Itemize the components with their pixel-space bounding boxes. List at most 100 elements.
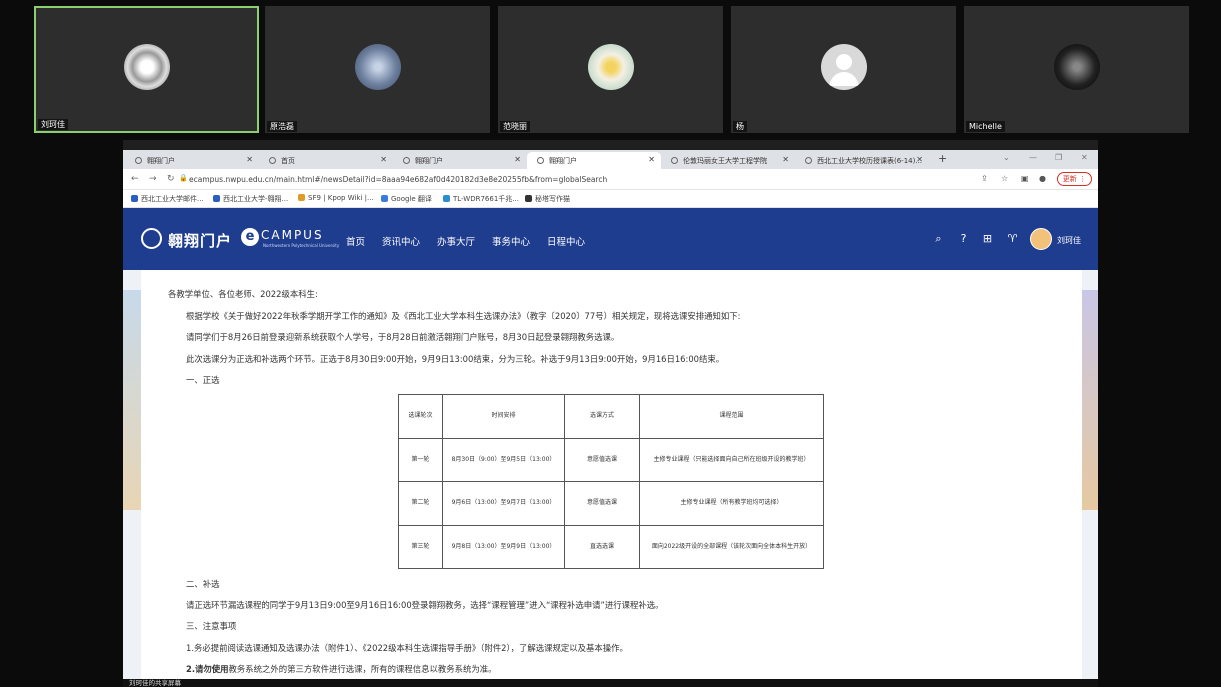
- portal-header: 翱翔门户 e CAMPUS Northwestern Polytechnical…: [123, 208, 1098, 270]
- university-logo-icon: [141, 228, 162, 249]
- ecampus-logo-subtitle: Northwestern Polytechnical University: [263, 243, 340, 248]
- skin-icon[interactable]: ♈: [1006, 232, 1019, 245]
- default-user-icon: [828, 53, 859, 86]
- ecampus-logo-icon: e: [241, 228, 259, 246]
- url-field[interactable]: ecampus.nwpu.edu.cn/main.html#/newsDetai…: [189, 175, 607, 184]
- browser-tab[interactable]: 翱翔门户 ✕: [393, 152, 527, 169]
- participant-tile[interactable]: Michelle: [964, 6, 1189, 133]
- tab-search-icon[interactable]: ⌄: [1003, 153, 1010, 162]
- update-button[interactable]: 更新 ⋮: [1056, 172, 1092, 186]
- article-paragraph: 请同学们于8月26日前登录迎新系统获取个人学号，于8月28日前激活翱翔门户账号，…: [186, 332, 620, 342]
- close-icon[interactable]: ✕: [782, 155, 789, 164]
- browser-tab[interactable]: 首页 ✕: [259, 152, 393, 169]
- close-icon[interactable]: ✕: [916, 155, 923, 164]
- menu-service-hall[interactable]: 办事大厅: [437, 234, 475, 248]
- browser-tab-strip: 翱翔门户 ✕ 首页 ✕ 翱翔门户 ✕ 翱翔门户 ✕ 伦敦玛丽女王大学工程学院 ✕ 西北工业…: [123, 150, 1098, 169]
- bookmarks-bar: 西北工业大学邮件... 西北工业大学-翱翔... SF9 | Kpop Wiki…: [123, 190, 1098, 208]
- table-row: 第二轮 9月6日（13:00）至9月7日（13:00） 意愿值选课 主修专业课程…: [398, 481, 824, 526]
- close-icon[interactable]: ✕: [514, 155, 521, 164]
- table-cell: 主修专业课程（只能选择面向自己所在班级开设的教学班）: [639, 437, 824, 482]
- ecampus-logo-text: CAMPUS: [261, 228, 324, 242]
- back-icon[interactable]: ←: [131, 174, 139, 184]
- user-name[interactable]: 刘珂佳: [1057, 235, 1081, 246]
- globe-icon: [671, 157, 678, 164]
- article-greeting: 各教学单位、各位老师、2022级本科生:: [168, 289, 318, 299]
- decoration-left: [123, 290, 141, 510]
- table-cell: 9月8日（13:00）至9月9日（13:00）: [442, 524, 565, 569]
- table-header-cell: 课程范围: [639, 394, 824, 439]
- table-cell: 第二轮: [398, 481, 443, 526]
- menu-home[interactable]: 首页: [346, 234, 365, 248]
- article-paragraph: 1.务必提前阅读选课通知及选课办法（附件1）、《2022级本科生选课指导手册》（…: [186, 643, 628, 653]
- table-cell: 主修专业课程（所有教学班均可选择）: [639, 481, 824, 526]
- browser-tab[interactable]: 伦敦玛丽女王大学工程学院 ✕: [661, 152, 795, 169]
- tab-favicon-icon: [537, 157, 544, 164]
- close-icon[interactable]: ✕: [648, 155, 655, 164]
- browser-tab[interactable]: 西北工业大学校历授课表(6-14)... ✕: [795, 152, 929, 169]
- menu-news-center[interactable]: 资讯中心: [382, 234, 420, 248]
- table-cell: 第三轮: [398, 524, 443, 569]
- bookmark-item[interactable]: SF9 | Kpop Wiki |...: [298, 194, 374, 202]
- participant-tile[interactable]: 杨: [731, 6, 956, 133]
- participant-tile[interactable]: 原浩磊: [265, 6, 490, 133]
- close-window-icon[interactable]: ✕: [1081, 153, 1088, 162]
- browser-tab-active[interactable]: 翱翔门户 ✕: [527, 152, 661, 169]
- table-cell: 8月30日（9:00）至9月5日（13:00）: [442, 437, 565, 482]
- tab-favicon-icon: [403, 157, 410, 164]
- maximize-icon[interactable]: ❐: [1055, 153, 1062, 162]
- menu-affairs-center[interactable]: 事务中心: [492, 234, 530, 248]
- new-tab-icon[interactable]: +: [938, 152, 947, 165]
- table-cell: 直选选课: [564, 524, 640, 569]
- bookmark-item[interactable]: 西北工业大学-翱翔...: [213, 194, 288, 204]
- shared-screen: 翱翔门户 ✕ 首页 ✕ 翱翔门户 ✕ 翱翔门户 ✕ 伦敦玛丽女王大学工程学院 ✕ 西北工业…: [123, 140, 1098, 687]
- forward-icon[interactable]: →: [149, 174, 157, 184]
- search-icon[interactable]: ⌕: [932, 232, 945, 245]
- share-icon[interactable]: ⇪: [981, 174, 988, 183]
- table-cell: 面向2022级开设的全部课程（该轮次面向全体本科生开放）: [639, 524, 824, 569]
- article-paragraph: 请正选环节漏选课程的同学于9月13日9:00至9月16日16:00登录翱翔教务，…: [186, 600, 664, 610]
- section-heading: 三、注意事项: [186, 621, 237, 631]
- user-avatar[interactable]: [1030, 228, 1052, 250]
- participant-name: 范晓丽: [500, 121, 530, 132]
- participant-name: 原浩磊: [267, 121, 297, 132]
- table-header-cell: 时间安排: [442, 394, 565, 439]
- apps-grid-icon[interactable]: ⊞: [981, 232, 994, 245]
- decoration-right: [1080, 290, 1098, 510]
- close-icon[interactable]: ✕: [380, 155, 387, 164]
- table-row: 第一轮 8月30日（9:00）至9月5日（13:00） 意愿值选课 主修专业课程…: [398, 437, 824, 482]
- minimize-icon[interactable]: —: [1029, 153, 1037, 162]
- participant-tile[interactable]: 刘珂佳: [34, 6, 259, 133]
- help-icon[interactable]: ?: [957, 232, 970, 245]
- bookmark-favicon-icon: [443, 195, 450, 202]
- avatar: [820, 43, 867, 90]
- bookmark-item[interactable]: TL-WDR7661千兆...: [443, 194, 519, 204]
- table-header-row: 选课轮次 时间安排 选课方式 课程范围: [398, 394, 824, 439]
- globe-icon: [805, 157, 812, 164]
- bookmark-item[interactable]: 西北工业大学邮件...: [131, 194, 204, 204]
- participant-strip: 刘珂佳 原浩磊 范晓丽 杨 Michelle: [0, 0, 1221, 140]
- close-icon[interactable]: ✕: [246, 155, 253, 164]
- bookmark-item[interactable]: Google 翻译: [381, 194, 432, 204]
- bookmark-favicon-icon: [525, 195, 532, 202]
- article-paragraph: 2.请勿使用教务系统之外的第三方软件进行选课，所有的课程信息以教务系统为准。: [186, 664, 497, 674]
- profile-icon[interactable]: ●: [1039, 174, 1046, 183]
- side-panel-icon[interactable]: ▣: [1021, 174, 1029, 183]
- participant-name: 刘珂佳: [38, 119, 68, 130]
- bookmark-favicon-icon: [381, 195, 388, 202]
- course-selection-table: 选课轮次 时间安排 选课方式 课程范围 第一轮 8月30日（9:00）至9月5日…: [398, 394, 824, 569]
- bookmark-favicon-icon: [213, 195, 220, 202]
- address-bar: ← → ↻ 🔒 ecampus.nwpu.edu.cn/main.html#/n…: [123, 169, 1098, 190]
- reload-icon[interactable]: ↻: [167, 174, 175, 184]
- participant-name: 杨: [733, 121, 747, 132]
- article-paragraph: 此次选课分为正选和补选两个环节。正选于8月30日9:00开始，9月9日13:00…: [186, 354, 725, 364]
- bookmark-star-icon[interactable]: ☆: [1001, 174, 1008, 183]
- table-row: 第三轮 9月8日（13:00）至9月9日（13:00） 直选选课 面向2022级…: [398, 524, 824, 569]
- tab-favicon-icon: [269, 157, 276, 164]
- section-heading: 一、正选: [186, 375, 220, 385]
- browser-tab[interactable]: 翱翔门户 ✕: [125, 152, 259, 169]
- screen-share-label: 刘珂佳的共享屏幕: [123, 679, 1098, 687]
- menu-schedule-center[interactable]: 日程中心: [547, 234, 585, 248]
- bookmark-item[interactable]: 秘塔写作猫: [525, 194, 570, 204]
- bookmark-favicon-icon: [131, 195, 138, 202]
- participant-tile[interactable]: 范晓丽: [498, 6, 723, 133]
